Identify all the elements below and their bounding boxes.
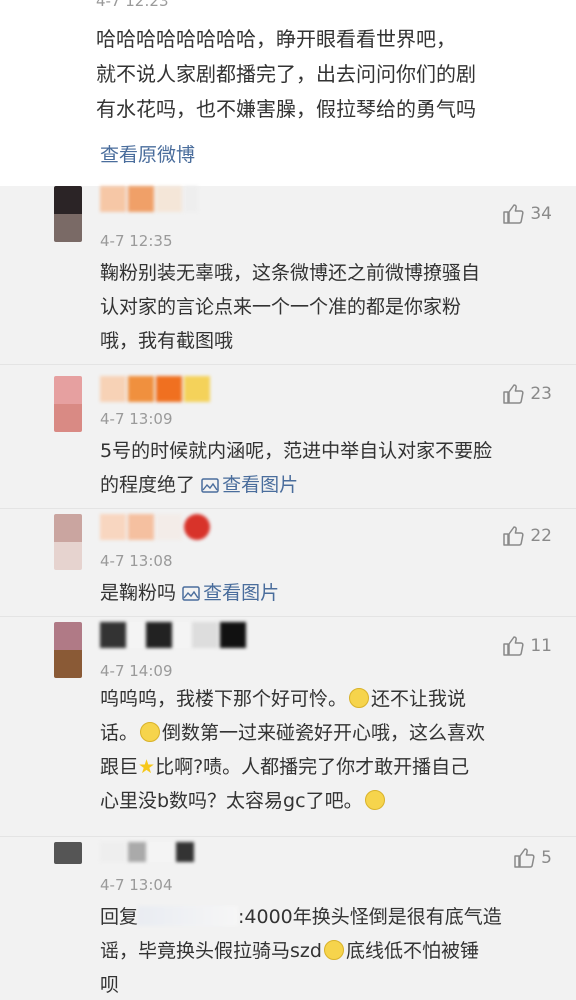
thumbs-up-icon — [502, 636, 524, 656]
comment-time: 4-7 13:08 — [100, 552, 173, 570]
like-button[interactable]: 22 — [502, 526, 552, 546]
weibo-comment-thread: 4-7 12:23 哈哈哈哈哈哈哈哈，睁开眼看看世界吧， 就不说人家剧都播完了，… — [0, 0, 576, 1000]
thumbs-up-icon — [502, 204, 524, 224]
original-post-line: 哈哈哈哈哈哈哈哈，睁开眼看看世界吧， — [96, 27, 456, 51]
comment-line-text: 底线低不怕被锤 — [345, 940, 479, 962]
comment-line-text: 话。 — [100, 722, 139, 744]
comment-line-text: 呜呜呜，我楼下那个好可怜。 — [100, 688, 348, 710]
emoji-face-icon — [323, 940, 344, 960]
username-blurred[interactable] — [100, 186, 198, 212]
comment-time: 4-7 12:35 — [100, 232, 173, 250]
emoji-face-icon — [364, 790, 385, 810]
comment-line: 5号的时候就内涵呢，范进中举自认对家不要脸 — [100, 440, 493, 462]
thumbs-up-icon — [502, 384, 524, 404]
comment-line-text: 心里没b数吗？太容易gc了吧。 — [100, 790, 363, 812]
like-button[interactable]: 34 — [502, 204, 552, 224]
comment-line: 谣，毕竟换头假拉骑马szd 底线低不怕被锤 — [100, 934, 560, 968]
avatar[interactable] — [54, 514, 82, 570]
comment-line: 跟巨★比啊?啧。人都播完了你才敢开播自己 — [100, 750, 560, 784]
like-button[interactable]: 11 — [502, 636, 552, 656]
comment-line-text: 还不让我说 — [371, 688, 467, 710]
comment-text: 是鞠粉吗 查看图片 — [100, 576, 560, 612]
comment-line-text: 倒数第一过来碰瓷好开心哦，这么喜欢 — [162, 722, 486, 744]
emoji-face-icon — [140, 722, 161, 742]
like-count: 22 — [530, 526, 552, 546]
thumbs-up-icon — [513, 848, 535, 868]
image-icon — [201, 470, 219, 504]
star-emoji-icon: ★ — [138, 756, 156, 778]
original-post-text: 哈哈哈哈哈哈哈哈，睁开眼看看世界吧， 就不说人家剧都播完了，出去问问你们的剧 有… — [96, 22, 566, 127]
comment-item: 4-7 13:09 23 5号的时候就内涵呢，范进中举自认对家不要脸 的程度绝了… — [0, 372, 576, 508]
comment-line: 哦，我有截图哦 — [100, 330, 234, 352]
comment-item: 4-7 13:04 5 回复 :4000年换头怪倒是很有底气造 谣，毕竟换头假拉骑… — [0, 842, 576, 1000]
avatar[interactable] — [54, 376, 82, 432]
original-post-time: 4-7 12:23 — [96, 0, 169, 10]
comment-line-text: :4000年换头怪倒是很有底气造 — [238, 906, 502, 928]
like-count: 34 — [530, 204, 552, 224]
comment-line-text: 跟巨 — [100, 756, 139, 778]
comment-line-text: 谣，毕竟换头假拉骑马szd — [100, 940, 322, 962]
like-button[interactable]: 23 — [502, 384, 552, 404]
comment-line-text: 的程度绝了 — [100, 474, 196, 496]
username-blurred[interactable] — [100, 376, 210, 402]
comment-line-text: 比啊?啧。人都播完了你才敢开播自己 — [155, 756, 470, 778]
comment-line: 鞠粉别装无辜哦，这条微博还之前微博撩骚自 — [100, 262, 481, 284]
divider — [0, 616, 576, 617]
comment-line: 呜呜呜，我楼下那个好可怜。 还不让我说 — [100, 682, 560, 716]
comment-text: 回复:4000年换头怪倒是很有底气造 谣，毕竟换头假拉骑马szd 底线低不怕被锤 … — [100, 900, 560, 1000]
like-count: 5 — [541, 848, 552, 868]
original-post-card: 4-7 12:23 哈哈哈哈哈哈哈哈，睁开眼看看世界吧， 就不说人家剧都播完了，… — [0, 0, 576, 186]
comment-line: 是鞠粉吗 查看图片 — [100, 576, 560, 612]
comment-item: 4-7 12:35 34 鞠粉别装无辜哦，这条微博还之前微博撩骚自 认对家的言论… — [0, 186, 576, 364]
comment-line-text: 是鞠粉吗 — [100, 582, 177, 604]
view-image-link[interactable]: 查看图片 — [201, 474, 298, 496]
comment-line: 的程度绝了 查看图片 — [100, 468, 560, 504]
username-blurred[interactable] — [100, 842, 194, 862]
thumbs-up-icon — [502, 526, 524, 546]
avatar[interactable] — [54, 842, 82, 864]
original-post-line: 有水花吗，也不嫌害臊，假拉琴给的勇气吗 — [96, 97, 476, 121]
divider — [0, 508, 576, 509]
username-blurred[interactable] — [100, 622, 246, 648]
comment-line: 话。 倒数第一过来碰瓷好开心哦，这么喜欢 — [100, 716, 560, 750]
comment-time: 4-7 13:09 — [100, 410, 173, 428]
comment-time: 4-7 13:04 — [100, 876, 173, 894]
image-icon — [182, 578, 200, 612]
comment-text: 5号的时候就内涵呢，范进中举自认对家不要脸 的程度绝了 查看图片 — [100, 434, 560, 504]
comment-line: 心里没b数吗？太容易gc了吧。 — [100, 784, 560, 818]
like-button[interactable]: 5 — [513, 848, 552, 868]
comment-line: 呗 — [100, 974, 120, 996]
view-original-post-link[interactable]: 查看原微博 — [100, 140, 195, 167]
avatar[interactable] — [54, 622, 82, 678]
like-count: 23 — [530, 384, 552, 404]
comment-item: 4-7 13:08 22 是鞠粉吗 查看图片 — [0, 514, 576, 616]
emoji-face-icon — [349, 688, 370, 708]
view-image-link[interactable]: 查看图片 — [182, 582, 279, 604]
original-post-line: 就不说人家剧都播完了，出去问问你们的剧 — [96, 62, 476, 86]
comment-text: 鞠粉别装无辜哦，这条微博还之前微博撩骚自 认对家的言论点来一个一个准的都是你家粉… — [100, 256, 560, 358]
divider — [0, 836, 576, 837]
like-count: 11 — [530, 636, 552, 656]
comment-item: 4-7 14:09 11 呜呜呜，我楼下那个好可怜。 还不让我说 话。 倒数第一过来… — [0, 622, 576, 836]
divider — [0, 364, 576, 365]
avatar[interactable] — [54, 186, 82, 242]
comment-line-text: 回复 — [100, 906, 139, 928]
mentioned-user-blurred[interactable] — [138, 906, 239, 926]
comment-text: 呜呜呜，我楼下那个好可怜。 还不让我说 话。 倒数第一过来碰瓷好开心哦，这么喜欢 跟… — [100, 682, 560, 818]
comment-time: 4-7 14:09 — [100, 662, 173, 680]
comment-line: 认对家的言论点来一个一个准的都是你家粉 — [100, 296, 462, 318]
comment-line: 回复 :4000年换头怪倒是很有底气造 — [100, 900, 560, 934]
view-image-label: 查看图片 — [222, 474, 299, 496]
username-blurred[interactable] — [100, 514, 210, 540]
view-image-label: 查看图片 — [203, 582, 280, 604]
